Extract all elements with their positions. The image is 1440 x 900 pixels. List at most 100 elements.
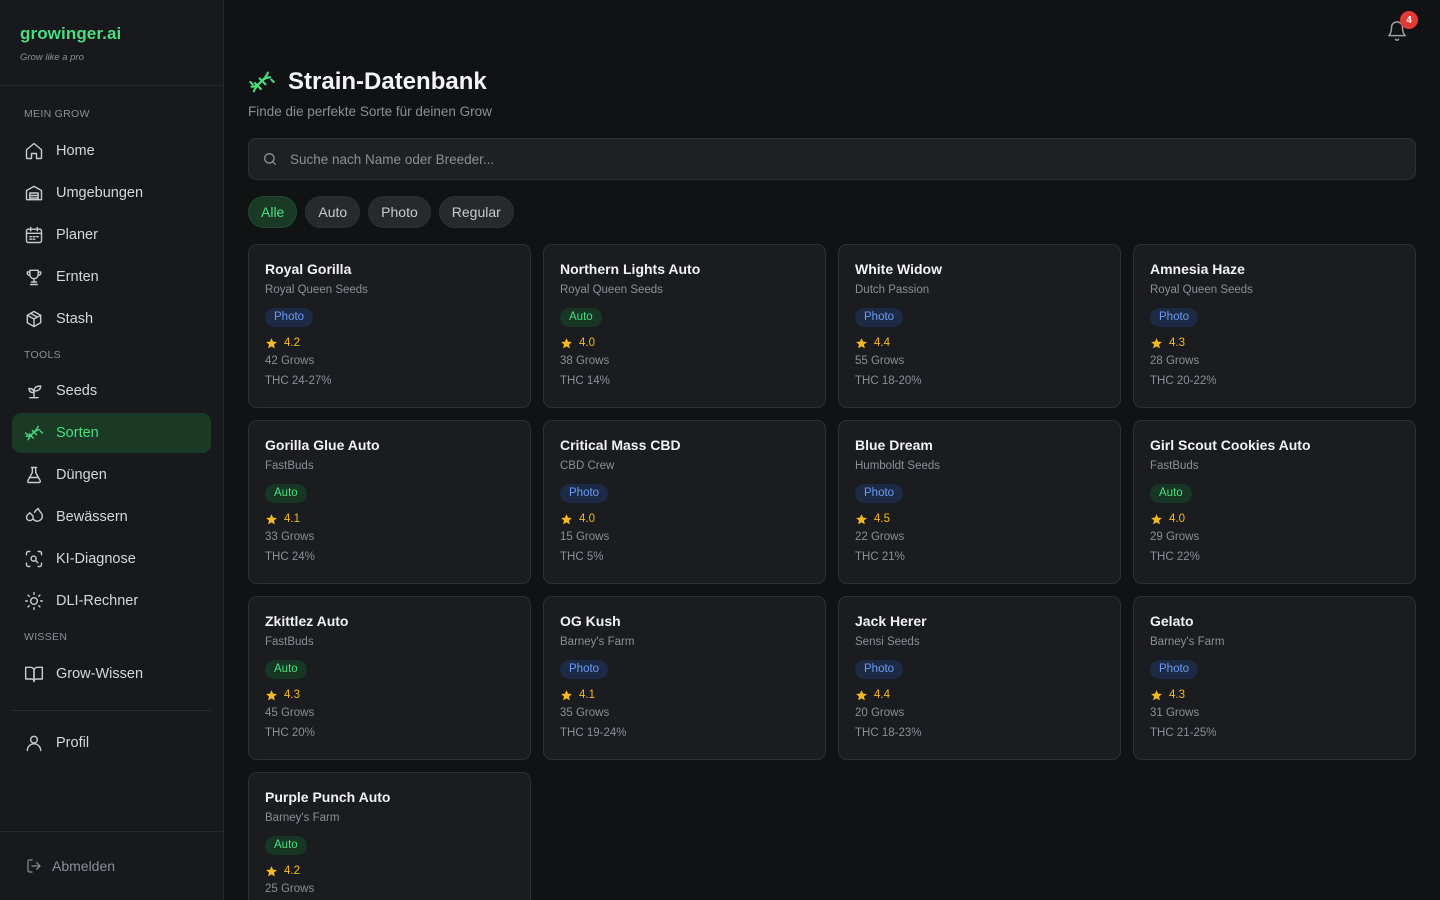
strain-card[interactable]: Amnesia Haze Royal Queen Seeds Photo 4.3 28 … [1133, 244, 1416, 408]
strain-card[interactable]: Blue Dream Humboldt Seeds Photo 4.5 22 Grows… [838, 420, 1121, 584]
flask-icon [26, 466, 42, 484]
sidebar-item-umgebungen[interactable]: Umgebungen [12, 173, 211, 213]
logout-button[interactable]: Abmelden [26, 858, 115, 874]
strain-name: Jack Herer [855, 613, 927, 629]
star-icon [1151, 513, 1162, 524]
filter-chip-photo[interactable]: Photo [368, 196, 431, 228]
strain-breeder: CBD Crew [560, 460, 615, 472]
warehouse-icon [25, 185, 43, 201]
strain-grows: 38 Grows [560, 355, 610, 367]
sidebar-item-seeds[interactable]: Seeds [12, 371, 211, 411]
sidebar-item-planer[interactable]: Planer [12, 215, 211, 255]
strain-breeder: FastBuds [265, 636, 314, 648]
search-input[interactable] [290, 151, 1390, 167]
sidebar-item-dli-rechner[interactable]: DLI-Rechner [12, 581, 211, 621]
sidebar-item-duengen[interactable]: Düngen [12, 455, 211, 495]
strain-rating: 4.3 [265, 687, 514, 703]
strain-name: Girl Scout Cookies Auto [1150, 437, 1311, 453]
strain-card[interactable]: White Widow Dutch Passion Photo 4.4 55 Grows… [838, 244, 1121, 408]
sidebar-item-profil[interactable]: Profil [12, 723, 211, 763]
strain-rating: 4.0 [560, 511, 809, 527]
strain-card[interactable]: Royal Gorilla Royal Queen Seeds Photo 4.2 42… [248, 244, 531, 408]
strain-rating: 4.2 [265, 863, 514, 879]
filter-chip-alle[interactable]: Alle [248, 196, 298, 228]
star-icon [266, 513, 277, 524]
sidebar-item-sorten[interactable]: Sorten [12, 413, 211, 453]
star-icon [856, 513, 867, 524]
strain-name: Zkittlez Auto [265, 613, 349, 629]
sidebar-item-ki-diagnose[interactable]: KI-Diagnose [12, 539, 211, 579]
strain-rating-value: 4.2 [284, 337, 300, 349]
strain-card[interactable]: Critical Mass CBD CBD Crew Photo 4.0 15 Grow… [543, 420, 826, 584]
strain-grows: 33 Grows [265, 531, 315, 543]
sidebar-footer: Abmelden [0, 831, 223, 900]
strain-name: Northern Lights Auto [560, 261, 701, 277]
strain-thc: THC 20% [265, 727, 315, 739]
strain-name: Blue Dream [855, 437, 933, 453]
filter-chips: Alle Auto Photo Regular [248, 196, 522, 228]
strain-card[interactable]: Gelato Barney's Farm Photo 4.3 31 Grows THC 2… [1133, 596, 1416, 760]
strain-rating: 4.0 [1150, 511, 1399, 527]
strain-rating: 4.5 [855, 511, 1104, 527]
strain-grows: 28 Grows [1150, 355, 1200, 367]
strain-thc: THC 20-22% [1150, 375, 1217, 387]
star-icon [1151, 337, 1162, 348]
strain-grows: 22 Grows [855, 531, 905, 543]
brand[interactable]: growinger.ai Grow like a pro [0, 0, 223, 86]
strain-card[interactable]: Purple Punch Auto Barney's Farm Auto 4.2 25 … [248, 772, 531, 900]
strain-rating: 4.0 [560, 335, 809, 351]
strain-thc: THC 22% [1150, 551, 1200, 563]
sidebar-item-label: Profil [56, 735, 90, 751]
strain-breeder: Dutch Passion [855, 284, 930, 296]
search-bar [248, 138, 1416, 180]
star-icon [266, 337, 277, 348]
strain-grows: 25 Grows [265, 883, 315, 895]
strain-breeder: Barney's Farm [1150, 636, 1225, 648]
section-label-wissen: WISSEN [24, 631, 68, 643]
strain-card[interactable]: Zkittlez Auto FastBuds Auto 4.3 45 Grows THC … [248, 596, 531, 760]
sidebar-item-bewaessern[interactable]: Bewässern [12, 497, 211, 537]
strain-name: Amnesia Haze [1150, 261, 1245, 277]
filter-chip-auto[interactable]: Auto [305, 196, 361, 228]
user-icon [26, 735, 42, 752]
sidebar-item-grow-wissen[interactable]: Grow-Wissen [12, 654, 211, 694]
page-subtitle: Finde die perfekte Sorte für deinen Grow [248, 104, 492, 119]
strain-card[interactable]: Gorilla Glue Auto FastBuds Auto 4.1 33 Grows… [248, 420, 531, 584]
strain-thc: THC 18-20% [855, 375, 922, 387]
section-label-tools: TOOLS [24, 349, 61, 361]
strain-rating-value: 4.3 [284, 689, 300, 701]
strain-breeder: Royal Queen Seeds [1150, 284, 1253, 296]
strain-card[interactable]: OG Kush Barney's Farm Photo 4.1 35 Grows THC … [543, 596, 826, 760]
logout-icon [27, 859, 41, 873]
star-icon [856, 337, 867, 348]
strain-rating-value: 4.4 [874, 337, 890, 349]
strain-rating: 4.4 [855, 687, 1104, 703]
strain-breeder: Barney's Farm [560, 636, 635, 648]
strain-type-badge: Photo [265, 308, 314, 327]
star-icon [561, 337, 572, 348]
sidebar-item-label: Seeds [56, 383, 98, 399]
strain-type-badge: Auto [265, 660, 307, 679]
strain-rating: 4.4 [855, 335, 1104, 351]
sidebar-item-label: DLI-Rechner [56, 593, 139, 609]
strain-breeder: Royal Queen Seeds [560, 284, 663, 296]
strain-breeder: Humboldt Seeds [855, 460, 941, 472]
strain-card[interactable]: Girl Scout Cookies Auto FastBuds Auto 4.0 29… [1133, 420, 1416, 584]
sidebar-item-stash[interactable]: Stash [12, 299, 211, 339]
strain-type-badge: Photo [560, 484, 609, 503]
star-icon [266, 689, 277, 700]
strain-grid: Royal Gorilla Royal Queen Seeds Photo 4.2 42… [248, 244, 1416, 900]
strain-card[interactable]: Northern Lights Auto Royal Queen Seeds Aut… [543, 244, 826, 408]
filter-chip-regular[interactable]: Regular [438, 196, 514, 228]
strain-name: Critical Mass CBD [560, 437, 681, 453]
sidebar-item-ernten[interactable]: Ernten [12, 257, 211, 297]
strain-card[interactable]: Jack Herer Sensi Seeds Photo 4.4 20 Grows THC… [838, 596, 1121, 760]
dna-icon [249, 71, 275, 93]
strain-name: Royal Gorilla [265, 261, 352, 277]
sidebar-item-home[interactable]: Home [12, 131, 211, 171]
star-icon [561, 689, 572, 700]
strain-thc: THC 24-27% [265, 375, 332, 387]
box-icon [26, 310, 42, 328]
star-icon [856, 689, 867, 700]
sidebar-item-label: KI-Diagnose [56, 551, 136, 567]
